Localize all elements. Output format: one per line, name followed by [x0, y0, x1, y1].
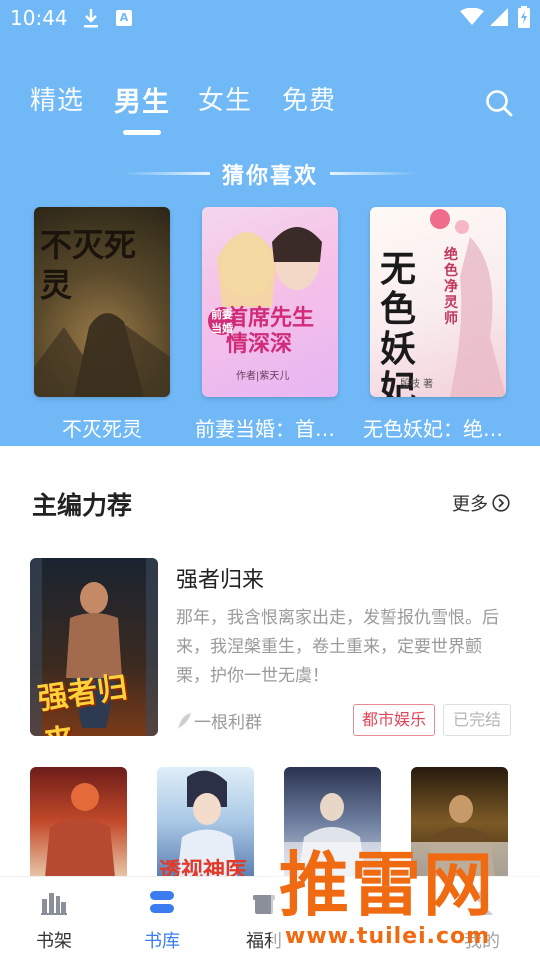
cover-art: [45, 783, 115, 877]
header-area: 10:44 A 精选 男生 女生 免费 猜你喜欢 不灭死灵 不灭死灵 首席先生情…: [0, 0, 540, 446]
status-bar: 10:44 A: [0, 0, 540, 36]
status-tag: 已完结: [443, 704, 511, 736]
editor-picks-header: 主编力荐 更多: [0, 470, 540, 530]
site-watermark: 推雷网 www.tuilei.com: [271, 842, 540, 960]
nav-library-label: 书库: [144, 931, 180, 952]
cover-author: 殷枝 著: [400, 379, 434, 390]
tab-featured[interactable]: 精选: [30, 80, 84, 117]
chevron-right-circle-icon: [492, 494, 510, 512]
title-decoration-right: [330, 172, 418, 175]
cover-title: 透视神医: [159, 858, 248, 877]
recommended-book-1[interactable]: 不灭死灵 不灭死灵: [34, 207, 170, 442]
tab-male[interactable]: 男生: [114, 80, 170, 119]
wifi-icon: [460, 8, 484, 25]
status-time: 10:44: [10, 6, 68, 30]
featured-book-author: 一根利群: [176, 708, 262, 733]
genre-tag[interactable]: 都市娱乐: [353, 704, 435, 736]
signal-icon: [490, 8, 508, 26]
cover-subtitle: 绝色净灵师: [444, 247, 458, 327]
guess-you-like-title: 猜你喜欢: [221, 164, 318, 189]
recommended-book-3[interactable]: 无色妖妃 绝色净灵师 殷枝 著 无色妖妃：绝色净灵师: [363, 207, 513, 442]
author-name: 一根利群: [194, 713, 262, 733]
quill-icon: [177, 712, 191, 729]
battery-icon: [518, 6, 530, 28]
more-label: 更多: [452, 494, 488, 515]
book-title: 前妻当婚：首席先生情深深: [195, 417, 345, 441]
a-icon: A: [116, 10, 132, 26]
nav-bookshelf[interactable]: 书架: [14, 887, 94, 953]
featured-book[interactable]: 强者归来 强者归来 那年，我含恨离家出走，发誓报仇雪恨。后来，我涅槃重生，卷土重…: [30, 558, 511, 738]
cover-subtitle: 前妻当婚: [208, 307, 236, 335]
editor-picks-title: 主编力荐: [32, 491, 133, 520]
more-button[interactable]: 更多: [452, 490, 510, 516]
nav-bookshelf-label: 书架: [36, 931, 72, 952]
nav-library[interactable]: 书库: [122, 887, 202, 953]
tab-free[interactable]: 免费: [282, 80, 336, 117]
guess-you-like-header: 猜你喜欢: [0, 158, 540, 190]
active-tab-indicator: [123, 130, 161, 135]
book-card-1[interactable]: [30, 767, 127, 877]
watermark-logo-text: 推雷网: [279, 844, 495, 926]
book-title: 无色妖妃：绝色净灵师: [363, 417, 513, 441]
book-cover[interactable]: 不灭死灵: [34, 207, 170, 397]
watermark-url: www.tuilei.com: [285, 924, 491, 949]
book-title: 不灭死灵: [62, 417, 142, 441]
book-card-2[interactable]: 透视神医: [157, 767, 254, 877]
cover-title: 不灭死灵: [40, 226, 137, 304]
category-tabs: 精选 男生 女生 免费: [0, 80, 540, 140]
library-icon: [150, 891, 174, 913]
bookshelf-icon: [41, 893, 67, 915]
download-icon: [84, 9, 98, 28]
featured-book-title: 强者归来: [176, 568, 265, 593]
featured-book-cover[interactable]: 强者归来: [30, 558, 158, 736]
search-icon[interactable]: [484, 88, 514, 118]
featured-book-description: 那年，我含恨离家出走，发誓报仇雪恨。后来，我涅槃重生，卷土重来，定要世界颤栗，护…: [176, 608, 499, 686]
cover-title: 首席先生情深深: [226, 305, 315, 357]
recommended-book-2[interactable]: 首席先生情深深 前妻当婚 作者|紫天儿 前妻当婚：首席先生情深深: [195, 207, 345, 442]
tab-female[interactable]: 女生: [198, 80, 252, 117]
book-cover[interactable]: 无色妖妃 绝色净灵师 殷枝 著: [370, 207, 506, 397]
book-cover[interactable]: 首席先生情深深 前妻当婚 作者|紫天儿: [202, 207, 338, 397]
cover-author: 作者|紫天儿: [236, 371, 290, 382]
